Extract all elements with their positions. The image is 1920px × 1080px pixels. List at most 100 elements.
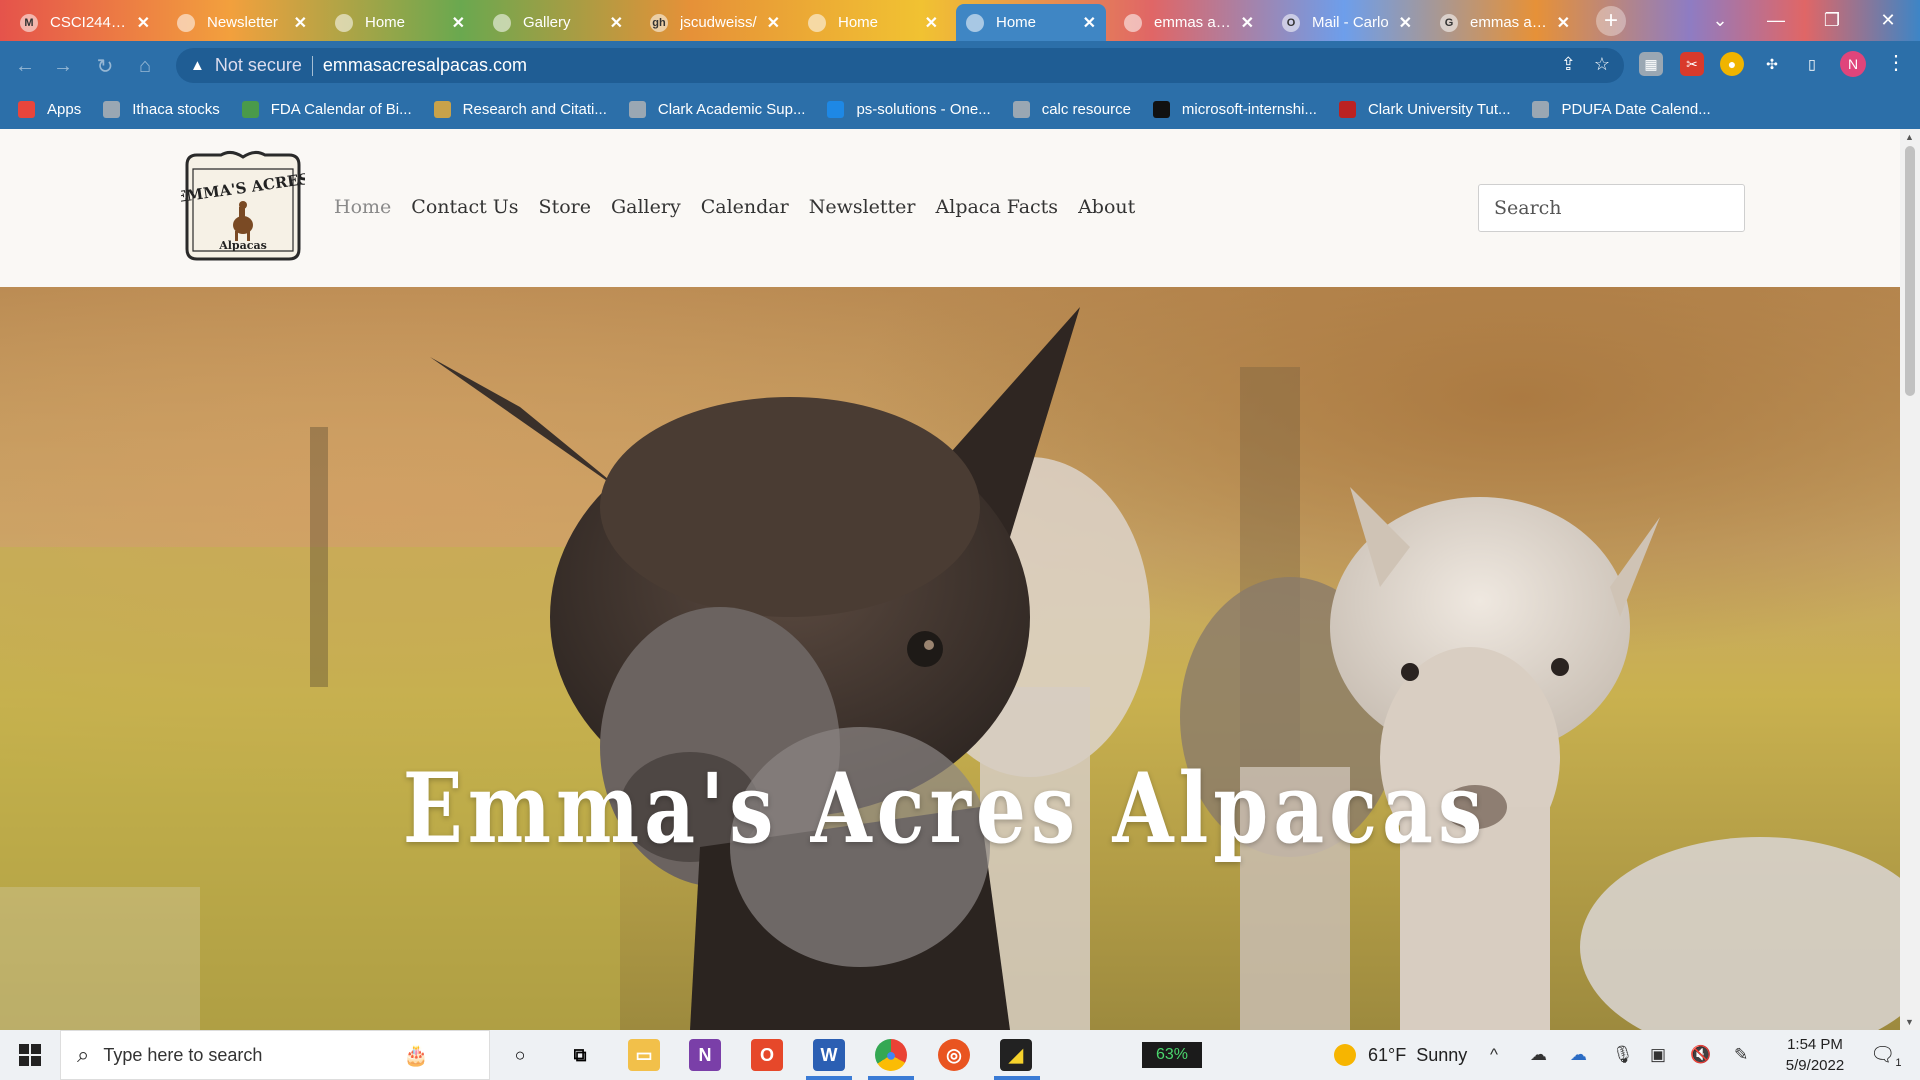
tab-label: Home <box>996 14 1037 31</box>
globe-icon <box>628 101 646 118</box>
onedrive-icon <box>827 101 845 118</box>
bookmark-item[interactable]: Research and Citati... <box>433 101 607 118</box>
bookmark-item[interactable]: microsoft-internshi... <box>1152 101 1317 118</box>
task-view-icon[interactable]: ⧉ <box>564 1039 596 1071</box>
notification-center-icon[interactable]: 🗨1 <box>1870 1042 1902 1069</box>
bookmark-item[interactable]: ps-solutions - One... <box>827 101 991 118</box>
search-highlight-icon[interactable]: 🎂 <box>400 1039 432 1071</box>
tab-close-icon[interactable]: ✕ <box>767 13 780 33</box>
word-icon[interactable]: W <box>813 1039 845 1071</box>
nav-item-home[interactable]: Home <box>334 196 391 218</box>
bookmark-item[interactable]: Apps <box>18 101 81 118</box>
scroll-down-icon[interactable]: ▼ <box>1905 1017 1914 1027</box>
bookmark-item[interactable]: Ithaca stocks <box>103 101 220 118</box>
back-button[interactable]: ← <box>12 53 38 79</box>
ubuntu-icon[interactable]: ◎ <box>938 1039 970 1071</box>
browser-tab[interactable]: O Mail - Carlo ✕ <box>1272 4 1422 41</box>
onedrive-icon[interactable]: ☁ <box>1530 1045 1547 1065</box>
close-window-button[interactable]: ✕ <box>1864 0 1912 41</box>
onedrive-error-icon[interactable]: ☁ <box>1570 1045 1587 1065</box>
browser-tab[interactable]: Home ✕ <box>956 4 1106 41</box>
tab-close-icon[interactable]: ✕ <box>1399 13 1412 33</box>
scrollbar-thumb[interactable] <box>1905 146 1915 396</box>
browser-tab[interactable]: Home ✕ <box>798 4 948 41</box>
reload-button[interactable]: ↻ <box>92 53 118 79</box>
nav-item-store[interactable]: Store <box>539 196 591 218</box>
nav-item-about[interactable]: About <box>1078 196 1135 218</box>
minimize-button[interactable]: — <box>1752 0 1800 41</box>
bookmark-label: microsoft-internshi... <box>1181 101 1317 118</box>
cortana-icon[interactable]: ○ <box>504 1039 536 1071</box>
onenote-icon[interactable]: N <box>689 1039 721 1071</box>
extension-yellow-icon[interactable]: ● <box>1720 52 1744 76</box>
tab-close-icon[interactable]: ✕ <box>1083 13 1096 33</box>
browser-tab[interactable]: Gallery ✕ <box>483 4 633 41</box>
tab-close-icon[interactable]: ✕ <box>294 13 307 33</box>
scroll-up-icon[interactable]: ▲ <box>1905 132 1914 142</box>
browser-tab[interactable]: Home ✕ <box>325 4 475 41</box>
extension-icon[interactable]: ▦ <box>1639 52 1663 76</box>
bookmark-star-icon[interactable]: ☆ <box>1594 54 1610 75</box>
nav-item-calendar[interactable]: Calendar <box>701 196 789 218</box>
tab-close-icon[interactable]: ✕ <box>1241 13 1254 33</box>
side-panel-icon[interactable]: ▯ <box>1800 52 1824 76</box>
new-tab-button[interactable]: + <box>1596 6 1626 36</box>
bookmark-item[interactable]: FDA Calendar of Bi... <box>241 101 412 118</box>
nav-item-contact-us[interactable]: Contact Us <box>411 196 518 218</box>
volume-muted-icon[interactable]: 🔇 <box>1690 1045 1711 1065</box>
extension-red-icon[interactable]: ✂ <box>1680 52 1704 76</box>
browser-tab[interactable]: Gemmas acre ✕ <box>1430 4 1580 41</box>
nav-item-newsletter[interactable]: Newsletter <box>809 196 916 218</box>
tab-favicon-icon: M <box>20 13 38 32</box>
pen-icon[interactable]: ✎ <box>1734 1045 1748 1065</box>
menu-kebab-icon[interactable]: ⋮ <box>1886 50 1906 75</box>
bookmark-item[interactable]: Clark University Tut... <box>1338 101 1510 118</box>
system-clock[interactable]: 1:54 PM 5/9/2022 <box>1770 1034 1860 1076</box>
battery-meter[interactable]: 63% <box>1142 1042 1202 1068</box>
tab-close-icon[interactable]: ✕ <box>610 13 623 33</box>
tab-close-icon[interactable]: ✕ <box>137 13 150 33</box>
nav-item-gallery[interactable]: Gallery <box>611 196 681 218</box>
apps-grid-icon <box>18 101 35 118</box>
word-active-indicator <box>806 1076 852 1080</box>
office-icon[interactable]: O <box>751 1039 783 1071</box>
puzzle-icon[interactable]: ✣ <box>1760 52 1784 76</box>
chrome-icon[interactable]: ● <box>875 1039 907 1071</box>
security-label[interactable]: Not secure <box>215 55 302 76</box>
sticky-notes-icon[interactable]: ◢ <box>1000 1039 1032 1071</box>
site-search-input[interactable]: Search <box>1478 184 1745 232</box>
tab-label: Home <box>838 14 879 31</box>
weather-widget[interactable]: 61°F Sunny <box>1334 1044 1467 1066</box>
bookmark-item[interactable]: calc resource <box>1012 101 1131 118</box>
show-hidden-icons-chevron-icon[interactable]: ^ <box>1490 1045 1498 1065</box>
home-icon[interactable]: ⌂ <box>132 53 158 79</box>
tab-close-icon[interactable]: ✕ <box>925 13 938 33</box>
forward-button[interactable]: → <box>50 53 76 79</box>
url-text[interactable]: emmasacresalpacas.com <box>323 55 527 76</box>
tab-search-chevron-icon[interactable]: ⌄ <box>1696 0 1744 41</box>
browser-tab[interactable]: M CSCI244-01 ✕ <box>10 4 160 41</box>
web-page: EMMA'S ACRES Alpacas Home Contact Us Store… <box>0 129 1900 1030</box>
browser-tab[interactable]: gh jscudweiss/ ✕ <box>640 4 790 41</box>
page-scrollbar[interactable]: ▲ ▼ <box>1900 129 1920 1030</box>
tab-close-icon[interactable]: ✕ <box>452 13 465 33</box>
network-icon[interactable]: ▣ <box>1650 1045 1666 1065</box>
address-bar[interactable]: ▲ Not secure emmasacresalpacas.com ⇪ ☆ <box>176 48 1624 83</box>
share-icon[interactable]: ⇪ <box>1561 54 1576 75</box>
file-explorer-icon[interactable]: ▭ <box>628 1039 660 1071</box>
alpaca-photo <box>0 287 1900 1030</box>
sun-icon <box>1334 1044 1356 1066</box>
tab-close-icon[interactable]: ✕ <box>1557 13 1570 33</box>
bookmark-item[interactable]: Clark Academic Sup... <box>628 101 805 118</box>
nav-item-alpaca-facts[interactable]: Alpaca Facts <box>936 196 1059 218</box>
browser-tab[interactable]: Newsletter ✕ <box>167 4 317 41</box>
start-button[interactable] <box>0 1030 60 1080</box>
profile-avatar[interactable]: N <box>1840 51 1866 77</box>
browser-tab[interactable]: emmas acre ✕ <box>1114 4 1264 41</box>
bookmark-item[interactable]: PDUFA Date Calend... <box>1532 101 1711 118</box>
microphone-icon[interactable]: 🎙 <box>1612 1045 1634 1065</box>
site-logo[interactable]: EMMA'S ACRES Alpacas <box>181 149 305 262</box>
bookmark-label: Research and Citati... <box>462 101 607 118</box>
logo-line2: Alpacas <box>218 239 267 252</box>
restore-button[interactable]: ❐ <box>1808 0 1856 41</box>
